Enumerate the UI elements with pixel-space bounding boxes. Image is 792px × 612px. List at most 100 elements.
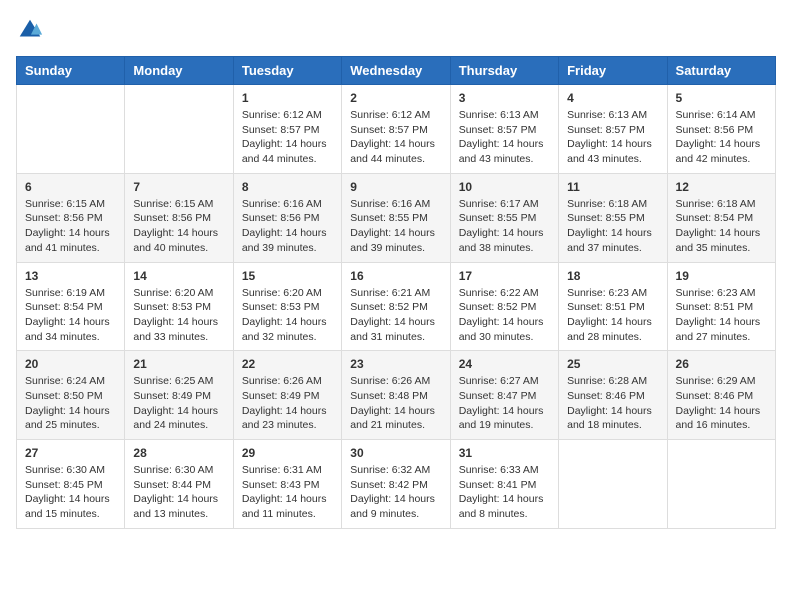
calendar-cell [559, 440, 667, 529]
calendar-cell: 13 Sunrise: 6:19 AM Sunset: 8:54 PM Dayli… [17, 262, 125, 351]
cell-content: Sunrise: 6:13 AM Sunset: 8:57 PM Dayligh… [459, 108, 550, 167]
cell-content: Sunrise: 6:19 AM Sunset: 8:54 PM Dayligh… [25, 286, 116, 345]
calendar-cell: 27Sunrise: 6:30 AM Sunset: 8:45 PM Dayli… [17, 440, 125, 529]
day-number: 23 [350, 357, 441, 371]
calendar-cell [17, 85, 125, 174]
day-number: 17 [459, 269, 550, 283]
calendar-cell: 15 Sunrise: 6:20 AM Sunset: 8:53 PM Dayli… [233, 262, 341, 351]
cell-content: Sunrise: 6:30 AM Sunset: 8:44 PM Dayligh… [133, 463, 224, 522]
cell-content: Sunrise: 6:18 AM Sunset: 8:55 PM Dayligh… [567, 197, 658, 256]
calendar-cell: 8 Sunrise: 6:16 AM Sunset: 8:56 PM Daylig… [233, 173, 341, 262]
calendar-cell: 17Sunrise: 6:22 AM Sunset: 8:52 PM Dayli… [450, 262, 558, 351]
cell-content: Sunrise: 6:12 AM Sunset: 8:57 PM Dayligh… [350, 108, 441, 167]
calendar-cell: 12 Sunrise: 6:18 AM Sunset: 8:54 PM Dayli… [667, 173, 775, 262]
cell-content: Sunrise: 6:27 AM Sunset: 8:47 PM Dayligh… [459, 374, 550, 433]
calendar-header: SundayMondayTuesdayWednesdayThursdayFrid… [17, 57, 776, 85]
calendar-cell: 26 Sunrise: 6:29 AM Sunset: 8:46 PM Dayli… [667, 351, 775, 440]
day-number: 8 [242, 180, 333, 194]
cell-content: Sunrise: 6:32 AM Sunset: 8:42 PM Dayligh… [350, 463, 441, 522]
cell-content: Sunrise: 6:29 AM Sunset: 8:46 PM Dayligh… [676, 374, 767, 433]
calendar-cell: 20 Sunrise: 6:24 AM Sunset: 8:50 PM Dayli… [17, 351, 125, 440]
day-number: 19 [676, 269, 767, 283]
calendar-cell: 29 Sunrise: 6:31 AM Sunset: 8:43 PM Dayli… [233, 440, 341, 529]
cell-content: Sunrise: 6:14 AM Sunset: 8:56 PM Dayligh… [676, 108, 767, 167]
cell-content: Sunrise: 6:16 AM Sunset: 8:56 PM Dayligh… [242, 197, 333, 256]
cell-content: Sunrise: 6:15 AM Sunset: 8:56 PM Dayligh… [25, 197, 116, 256]
cell-content: Sunrise: 6:12 AM Sunset: 8:57 PM Dayligh… [242, 108, 333, 167]
cell-content: Sunrise: 6:18 AM Sunset: 8:54 PM Dayligh… [676, 197, 767, 256]
header-day: Sunday [17, 57, 125, 85]
cell-content: Sunrise: 6:23 AM Sunset: 8:51 PM Dayligh… [676, 286, 767, 345]
day-number: 11 [567, 180, 658, 194]
cell-content: Sunrise: 6:31 AM Sunset: 8:43 PM Dayligh… [242, 463, 333, 522]
cell-content: Sunrise: 6:13 AM Sunset: 8:57 PM Dayligh… [567, 108, 658, 167]
day-number: 3 [459, 91, 550, 105]
day-number: 15 [242, 269, 333, 283]
cell-content: Sunrise: 6:17 AM Sunset: 8:55 PM Dayligh… [459, 197, 550, 256]
day-number: 20 [25, 357, 116, 371]
calendar-week-row: 6 Sunrise: 6:15 AM Sunset: 8:56 PM Daylig… [17, 173, 776, 262]
cell-content: Sunrise: 6:33 AM Sunset: 8:41 PM Dayligh… [459, 463, 550, 522]
day-number: 10 [459, 180, 550, 194]
cell-content: Sunrise: 6:20 AM Sunset: 8:53 PM Dayligh… [133, 286, 224, 345]
page-header [16, 16, 776, 44]
day-number: 12 [676, 180, 767, 194]
cell-content: Sunrise: 6:15 AM Sunset: 8:56 PM Dayligh… [133, 197, 224, 256]
calendar-cell: 5 Sunrise: 6:14 AM Sunset: 8:56 PM Daylig… [667, 85, 775, 174]
calendar-cell: 25Sunrise: 6:28 AM Sunset: 8:46 PM Dayli… [559, 351, 667, 440]
day-number: 16 [350, 269, 441, 283]
calendar-cell: 18 Sunrise: 6:23 AM Sunset: 8:51 PM Dayli… [559, 262, 667, 351]
logo-icon [16, 16, 44, 44]
header-day: Friday [559, 57, 667, 85]
calendar-cell: 14 Sunrise: 6:20 AM Sunset: 8:53 PM Dayli… [125, 262, 233, 351]
cell-content: Sunrise: 6:20 AM Sunset: 8:53 PM Dayligh… [242, 286, 333, 345]
header-day: Thursday [450, 57, 558, 85]
day-number: 4 [567, 91, 658, 105]
day-number: 9 [350, 180, 441, 194]
calendar-cell [667, 440, 775, 529]
day-number: 30 [350, 446, 441, 460]
cell-content: Sunrise: 6:24 AM Sunset: 8:50 PM Dayligh… [25, 374, 116, 433]
calendar-cell: 7 Sunrise: 6:15 AM Sunset: 8:56 PM Daylig… [125, 173, 233, 262]
cell-content: Sunrise: 6:21 AM Sunset: 8:52 PM Dayligh… [350, 286, 441, 345]
calendar-cell: 22 Sunrise: 6:26 AM Sunset: 8:49 PM Dayli… [233, 351, 341, 440]
cell-content: Sunrise: 6:26 AM Sunset: 8:49 PM Dayligh… [242, 374, 333, 433]
day-number: 21 [133, 357, 224, 371]
cell-content: Sunrise: 6:26 AM Sunset: 8:48 PM Dayligh… [350, 374, 441, 433]
calendar-cell: 4 Sunrise: 6:13 AM Sunset: 8:57 PM Daylig… [559, 85, 667, 174]
day-number: 14 [133, 269, 224, 283]
header-day: Saturday [667, 57, 775, 85]
calendar-cell: 1Sunrise: 6:12 AM Sunset: 8:57 PM Daylig… [233, 85, 341, 174]
day-number: 2 [350, 91, 441, 105]
day-number: 24 [459, 357, 550, 371]
logo [16, 16, 48, 44]
day-number: 27 [25, 446, 116, 460]
calendar-week-row: 27Sunrise: 6:30 AM Sunset: 8:45 PM Dayli… [17, 440, 776, 529]
calendar-body: 1Sunrise: 6:12 AM Sunset: 8:57 PM Daylig… [17, 85, 776, 529]
day-number: 7 [133, 180, 224, 194]
day-number: 31 [459, 446, 550, 460]
header-day: Monday [125, 57, 233, 85]
cell-content: Sunrise: 6:25 AM Sunset: 8:49 PM Dayligh… [133, 374, 224, 433]
day-number: 13 [25, 269, 116, 283]
calendar-cell: 3 Sunrise: 6:13 AM Sunset: 8:57 PM Daylig… [450, 85, 558, 174]
calendar-cell: 16 Sunrise: 6:21 AM Sunset: 8:52 PM Dayli… [342, 262, 450, 351]
day-number: 6 [25, 180, 116, 194]
calendar-week-row: 1Sunrise: 6:12 AM Sunset: 8:57 PM Daylig… [17, 85, 776, 174]
header-day: Tuesday [233, 57, 341, 85]
calendar-cell: 21 Sunrise: 6:25 AM Sunset: 8:49 PM Dayli… [125, 351, 233, 440]
day-number: 5 [676, 91, 767, 105]
calendar-cell: 10 Sunrise: 6:17 AM Sunset: 8:55 PM Dayli… [450, 173, 558, 262]
calendar-cell: 24 Sunrise: 6:27 AM Sunset: 8:47 PM Dayli… [450, 351, 558, 440]
day-number: 22 [242, 357, 333, 371]
day-number: 18 [567, 269, 658, 283]
calendar-cell: 31 Sunrise: 6:33 AM Sunset: 8:41 PM Dayli… [450, 440, 558, 529]
cell-content: Sunrise: 6:23 AM Sunset: 8:51 PM Dayligh… [567, 286, 658, 345]
calendar-cell: 2 Sunrise: 6:12 AM Sunset: 8:57 PM Daylig… [342, 85, 450, 174]
day-number: 26 [676, 357, 767, 371]
calendar-week-row: 20 Sunrise: 6:24 AM Sunset: 8:50 PM Dayli… [17, 351, 776, 440]
calendar-cell: 19 Sunrise: 6:23 AM Sunset: 8:51 PM Dayli… [667, 262, 775, 351]
day-number: 29 [242, 446, 333, 460]
cell-content: Sunrise: 6:16 AM Sunset: 8:55 PM Dayligh… [350, 197, 441, 256]
cell-content: Sunrise: 6:28 AM Sunset: 8:46 PM Dayligh… [567, 374, 658, 433]
